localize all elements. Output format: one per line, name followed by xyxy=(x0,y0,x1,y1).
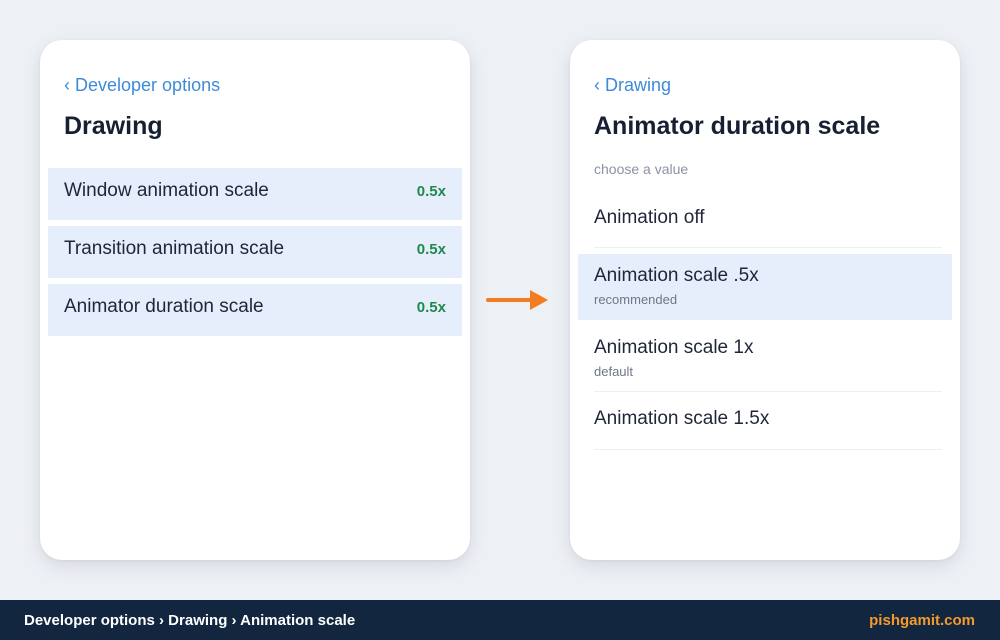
option-sublabel: default xyxy=(594,364,634,379)
back-to-drawing-link[interactable]: ‹ Drawing xyxy=(594,75,671,96)
option-sublabel: recommended xyxy=(594,292,678,307)
divider xyxy=(594,449,942,450)
setting-row-animator-duration-scale[interactable]: Animator duration scale 0.5x xyxy=(48,284,462,336)
option-label: Animation scale 1x xyxy=(594,337,754,358)
divider xyxy=(594,247,942,248)
brand-label: pishgamit.com xyxy=(869,612,975,629)
screen-title: Drawing xyxy=(64,112,163,140)
setting-value: 0.5x xyxy=(416,183,446,200)
option-label: Animation scale 1.5x xyxy=(594,408,770,429)
option-animation-scale-0-5x[interactable]: Animation scale .5x recommended xyxy=(578,254,952,320)
setting-row-window-animation-scale[interactable]: Window animation scale 0.5x xyxy=(48,168,462,220)
animator-duration-scale-screen: ‹ Drawing Animator duration scale choose… xyxy=(570,40,960,560)
setting-label: Window animation scale xyxy=(64,180,269,201)
back-to-developer-options-link[interactable]: ‹ Developer options xyxy=(64,75,220,96)
drawing-screen: ‹ Developer options Drawing Window anima… xyxy=(40,40,470,560)
option-animation-off[interactable]: Animation off xyxy=(578,190,952,248)
footer-bar: Developer options › Drawing › Animation … xyxy=(0,600,1000,640)
setting-label: Transition animation scale xyxy=(64,238,285,259)
setting-value: 0.5x xyxy=(416,241,446,258)
setting-row-transition-animation-scale[interactable]: Transition animation scale 0.5x xyxy=(48,226,462,278)
arrow-right-icon xyxy=(486,290,548,310)
footer-breadcrumb: Developer options › Drawing › Animation … xyxy=(24,612,356,629)
hint-text: choose a value xyxy=(594,161,689,177)
setting-value: 0.5x xyxy=(416,299,446,316)
option-label: Animation scale .5x xyxy=(594,265,759,286)
option-animation-scale-1x[interactable]: Animation scale 1x default xyxy=(578,326,952,392)
option-animation-scale-1-5x[interactable]: Animation scale 1.5x xyxy=(578,392,952,450)
setting-label: Animator duration scale xyxy=(64,296,264,317)
option-label: Animation off xyxy=(594,207,705,228)
screen-title: Animator duration scale xyxy=(594,112,881,140)
